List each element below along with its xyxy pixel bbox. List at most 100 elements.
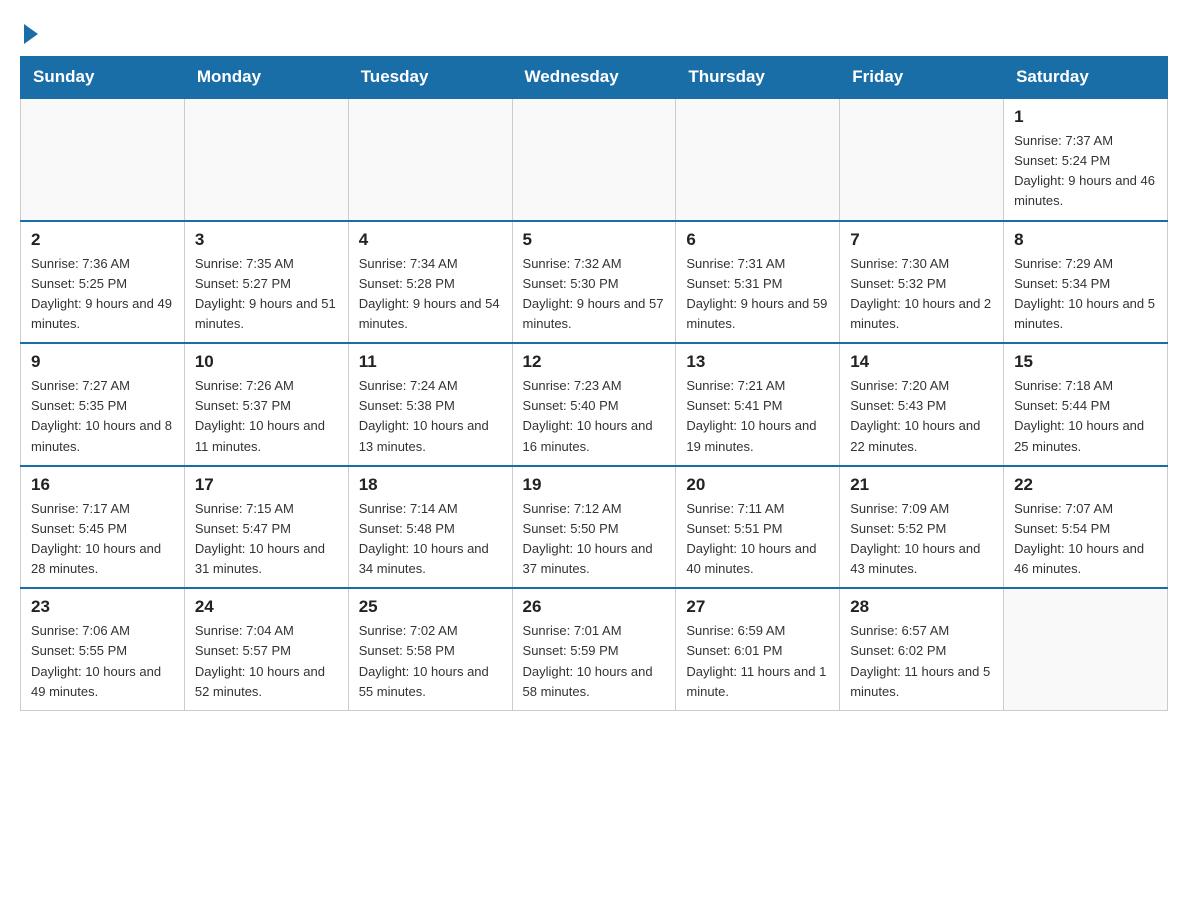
day-info-text: Sunrise: 7:37 AM Sunset: 5:24 PM Dayligh… [1014,131,1157,212]
day-number: 27 [686,597,829,617]
calendar-cell [676,98,840,221]
calendar-cell: 4 Sunrise: 7:34 AM Sunset: 5:28 PM Daylig… [348,221,512,344]
calendar-cell: 22 Sunrise: 7:07 AM Sunset: 5:54 PM Dayli… [1004,466,1168,589]
day-number: 15 [1014,352,1157,372]
calendar-cell: 7 Sunrise: 7:30 AM Sunset: 5:32 PM Daylig… [840,221,1004,344]
calendar-week-row: 16 Sunrise: 7:17 AM Sunset: 5:45 PM Dayli… [21,466,1168,589]
day-of-week-header: Tuesday [348,57,512,99]
calendar-cell: 18Sunrise: 7:14 AM Sunset: 5:48 PM Dayli… [348,466,512,589]
day-number: 4 [359,230,502,250]
calendar-cell: 21Sunrise: 7:09 AM Sunset: 5:52 PM Dayli… [840,466,1004,589]
calendar-cell: 14 Sunrise: 7:20 AM Sunset: 5:43 PM Dayli… [840,343,1004,466]
day-info-text: Sunrise: 7:35 AM Sunset: 5:27 PM Dayligh… [195,254,338,335]
calendar-table: SundayMondayTuesdayWednesdayThursdayFrid… [20,56,1168,711]
day-info-text: Sunrise: 7:15 AM Sunset: 5:47 PM Dayligh… [195,499,338,580]
day-number: 6 [686,230,829,250]
day-number: 22 [1014,475,1157,495]
calendar-cell [512,98,676,221]
calendar-week-row: 1 Sunrise: 7:37 AM Sunset: 5:24 PM Daylig… [21,98,1168,221]
day-info-text: Sunrise: 7:31 AM Sunset: 5:31 PM Dayligh… [686,254,829,335]
day-number: 24 [195,597,338,617]
day-number: 16 [31,475,174,495]
calendar-header-row: SundayMondayTuesdayWednesdayThursdayFrid… [21,57,1168,99]
day-info-text: Sunrise: 7:32 AM Sunset: 5:30 PM Dayligh… [523,254,666,335]
calendar-cell [840,98,1004,221]
day-info-text: Sunrise: 6:59 AM Sunset: 6:01 PM Dayligh… [686,621,829,702]
day-info-text: Sunrise: 7:04 AM Sunset: 5:57 PM Dayligh… [195,621,338,702]
day-info-text: Sunrise: 7:29 AM Sunset: 5:34 PM Dayligh… [1014,254,1157,335]
calendar-cell: 24 Sunrise: 7:04 AM Sunset: 5:57 PM Dayli… [184,588,348,710]
day-number: 14 [850,352,993,372]
day-info-text: Sunrise: 7:17 AM Sunset: 5:45 PM Dayligh… [31,499,174,580]
calendar-cell [21,98,185,221]
day-number: 21 [850,475,993,495]
calendar-cell [184,98,348,221]
day-of-week-header: Wednesday [512,57,676,99]
day-number: 10 [195,352,338,372]
calendar-cell: 23 Sunrise: 7:06 AM Sunset: 5:55 PM Dayli… [21,588,185,710]
calendar-cell: 9 Sunrise: 7:27 AM Sunset: 5:35 PM Daylig… [21,343,185,466]
day-number: 9 [31,352,174,372]
day-number: 12 [523,352,666,372]
day-info-text: Sunrise: 7:11 AM Sunset: 5:51 PM Dayligh… [686,499,829,580]
day-info-text: Sunrise: 7:20 AM Sunset: 5:43 PM Dayligh… [850,376,993,457]
day-number: 17 [195,475,338,495]
calendar-cell: 8 Sunrise: 7:29 AM Sunset: 5:34 PM Daylig… [1004,221,1168,344]
day-of-week-header: Sunday [21,57,185,99]
calendar-cell: 1 Sunrise: 7:37 AM Sunset: 5:24 PM Daylig… [1004,98,1168,221]
calendar-cell: 2 Sunrise: 7:36 AM Sunset: 5:25 PM Daylig… [21,221,185,344]
calendar-cell: 6 Sunrise: 7:31 AM Sunset: 5:31 PM Daylig… [676,221,840,344]
calendar-cell: 17 Sunrise: 7:15 AM Sunset: 5:47 PM Dayli… [184,466,348,589]
calendar-cell: 5 Sunrise: 7:32 AM Sunset: 5:30 PM Daylig… [512,221,676,344]
day-number: 1 [1014,107,1157,127]
day-info-text: Sunrise: 7:21 AM Sunset: 5:41 PM Dayligh… [686,376,829,457]
calendar-cell: 26 Sunrise: 7:01 AM Sunset: 5:59 PM Dayli… [512,588,676,710]
day-number: 25 [359,597,502,617]
calendar-cell [348,98,512,221]
day-info-text: Sunrise: 7:23 AM Sunset: 5:40 PM Dayligh… [523,376,666,457]
day-number: 7 [850,230,993,250]
day-number: 19 [523,475,666,495]
day-of-week-header: Thursday [676,57,840,99]
day-info-text: Sunrise: 7:36 AM Sunset: 5:25 PM Dayligh… [31,254,174,335]
day-info-text: Sunrise: 7:26 AM Sunset: 5:37 PM Dayligh… [195,376,338,457]
day-info-text: Sunrise: 7:02 AM Sunset: 5:58 PM Dayligh… [359,621,502,702]
calendar-cell: 11 Sunrise: 7:24 AM Sunset: 5:38 PM Dayli… [348,343,512,466]
calendar-cell: 19 Sunrise: 7:12 AM Sunset: 5:50 PM Dayli… [512,466,676,589]
day-info-text: Sunrise: 7:07 AM Sunset: 5:54 PM Dayligh… [1014,499,1157,580]
calendar-week-row: 9 Sunrise: 7:27 AM Sunset: 5:35 PM Daylig… [21,343,1168,466]
logo-arrow-icon [24,24,38,44]
calendar-cell: 16 Sunrise: 7:17 AM Sunset: 5:45 PM Dayli… [21,466,185,589]
calendar-cell: 15Sunrise: 7:18 AM Sunset: 5:44 PM Dayli… [1004,343,1168,466]
day-number: 26 [523,597,666,617]
day-info-text: Sunrise: 7:27 AM Sunset: 5:35 PM Dayligh… [31,376,174,457]
day-info-text: Sunrise: 7:24 AM Sunset: 5:38 PM Dayligh… [359,376,502,457]
day-of-week-header: Saturday [1004,57,1168,99]
day-info-text: Sunrise: 7:12 AM Sunset: 5:50 PM Dayligh… [523,499,666,580]
calendar-week-row: 23 Sunrise: 7:06 AM Sunset: 5:55 PM Dayli… [21,588,1168,710]
day-number: 8 [1014,230,1157,250]
day-of-week-header: Friday [840,57,1004,99]
day-info-text: Sunrise: 7:06 AM Sunset: 5:55 PM Dayligh… [31,621,174,702]
day-number: 5 [523,230,666,250]
calendar-cell: 27 Sunrise: 6:59 AM Sunset: 6:01 PM Dayli… [676,588,840,710]
day-number: 18 [359,475,502,495]
day-number: 11 [359,352,502,372]
logo [20,20,38,40]
day-info-text: Sunrise: 7:34 AM Sunset: 5:28 PM Dayligh… [359,254,502,335]
day-number: 2 [31,230,174,250]
calendar-week-row: 2 Sunrise: 7:36 AM Sunset: 5:25 PM Daylig… [21,221,1168,344]
day-info-text: Sunrise: 7:30 AM Sunset: 5:32 PM Dayligh… [850,254,993,335]
day-number: 23 [31,597,174,617]
day-of-week-header: Monday [184,57,348,99]
calendar-cell: 28Sunrise: 6:57 AM Sunset: 6:02 PM Dayli… [840,588,1004,710]
calendar-cell: 25 Sunrise: 7:02 AM Sunset: 5:58 PM Dayli… [348,588,512,710]
calendar-cell: 3 Sunrise: 7:35 AM Sunset: 5:27 PM Daylig… [184,221,348,344]
calendar-cell: 13Sunrise: 7:21 AM Sunset: 5:41 PM Dayli… [676,343,840,466]
calendar-cell: 20Sunrise: 7:11 AM Sunset: 5:51 PM Dayli… [676,466,840,589]
calendar-cell: 12 Sunrise: 7:23 AM Sunset: 5:40 PM Dayli… [512,343,676,466]
calendar-cell: 10 Sunrise: 7:26 AM Sunset: 5:37 PM Dayli… [184,343,348,466]
page-header [20,20,1168,40]
day-info-text: Sunrise: 7:01 AM Sunset: 5:59 PM Dayligh… [523,621,666,702]
day-number: 3 [195,230,338,250]
